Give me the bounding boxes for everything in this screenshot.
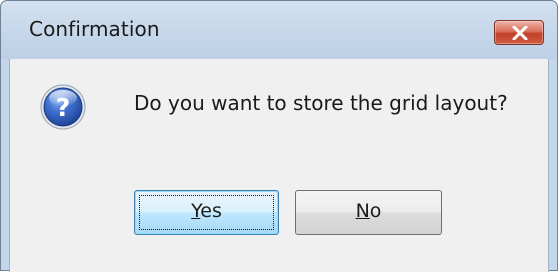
confirmation-dialog: Confirmation ? Do you want to store the … [0,0,558,272]
svg-text:?: ? [56,93,71,122]
dialog-message: Do you want to store the grid layout? [134,91,508,115]
dialog-title: Confirmation [29,17,160,41]
close-button[interactable] [494,20,544,45]
yes-button-label: Yes [191,200,222,222]
no-button-label: No [356,200,382,222]
no-button[interactable]: No [295,190,442,235]
yes-label-rest: es [200,200,222,222]
question-icon: ? [40,84,86,130]
close-icon [512,26,528,40]
no-mnemonic: N [355,200,370,222]
title-bar[interactable]: Confirmation [1,1,557,59]
no-label-rest: o [369,200,382,222]
yes-mnemonic: Y [191,200,201,222]
yes-button[interactable]: Yes [134,190,279,235]
dialog-body: ? Do you want to store the grid layout? … [9,59,549,272]
